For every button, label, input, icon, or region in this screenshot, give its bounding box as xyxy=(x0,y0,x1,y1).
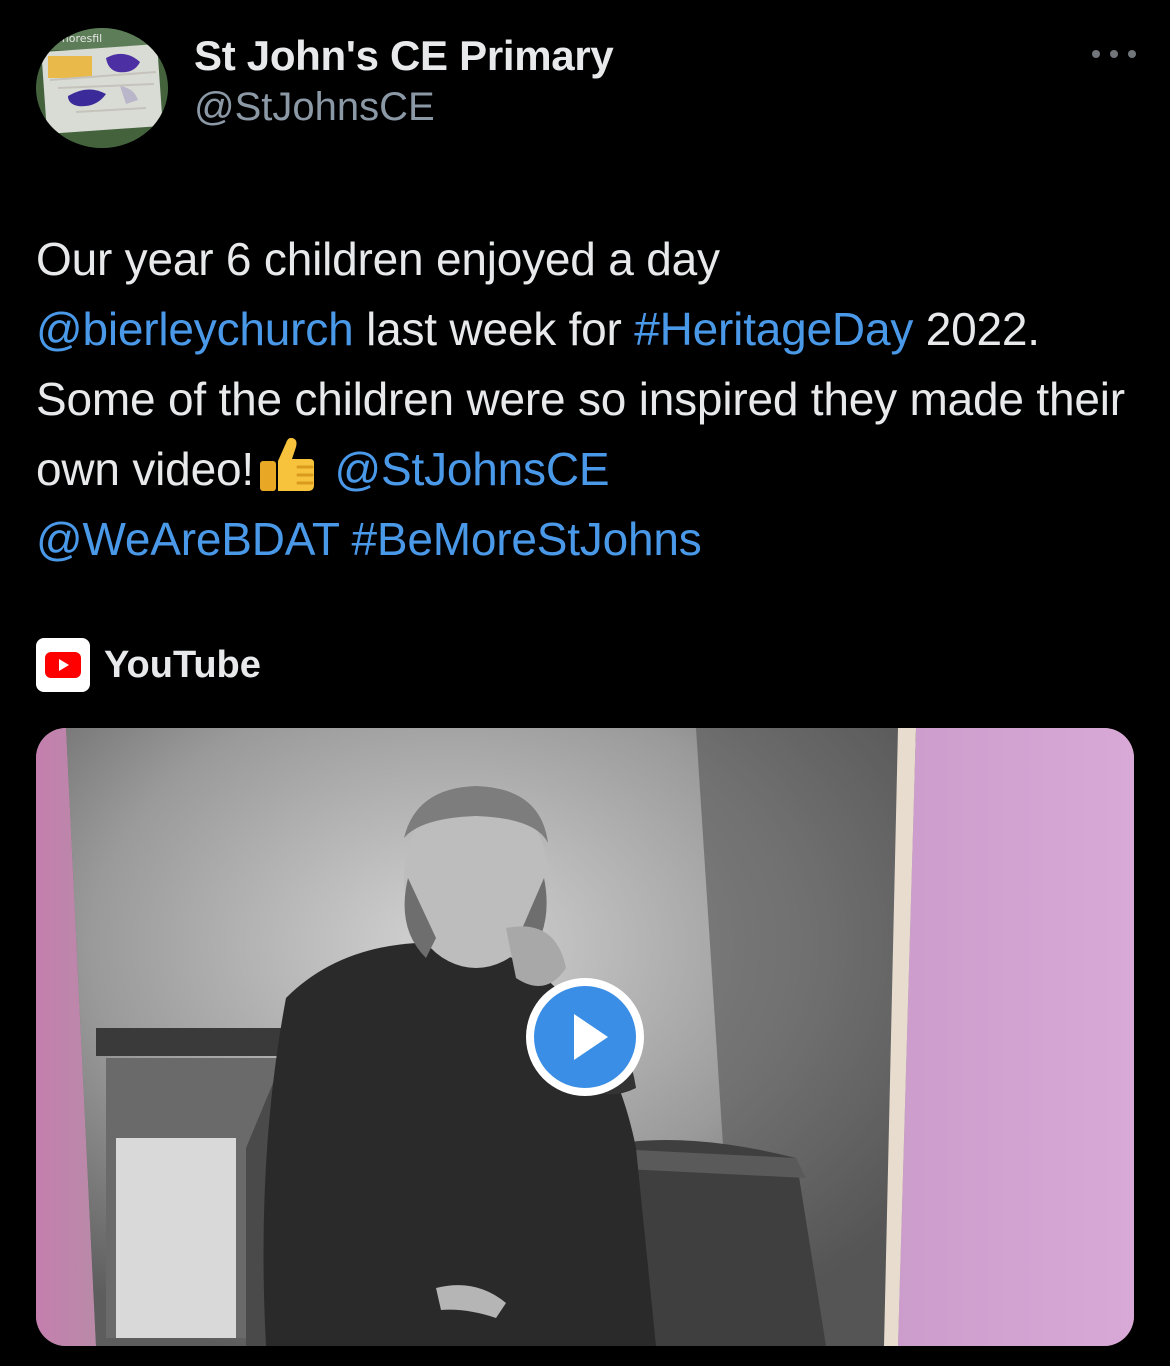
avatar[interactable]: moresfil xyxy=(36,28,168,148)
hashtag-bemorestjohns[interactable]: #BeMoreStJohns xyxy=(351,513,701,565)
tweet-header: moresfil St John's CE Primary @StJohnsCE xyxy=(36,28,1136,150)
hashtag-heritageday[interactable]: #HeritageDay xyxy=(634,303,913,355)
youtube-icon xyxy=(36,638,90,692)
tweet-text-segment: Our year 6 children enjoyed a day xyxy=(36,233,720,285)
tweet-text-segment: last week for xyxy=(353,303,635,355)
avatar-logo-text: moresfil xyxy=(58,32,102,45)
play-button[interactable] xyxy=(526,978,644,1096)
mention-wearebdat[interactable]: @WeAreBDAT xyxy=(36,513,339,565)
mention-bierleychurch[interactable]: @bierleychurch xyxy=(36,303,354,355)
more-dots-icon[interactable] xyxy=(1092,42,1136,62)
display-name[interactable]: St John's CE Primary xyxy=(194,32,614,80)
thumbs-up-icon xyxy=(259,437,314,491)
play-icon xyxy=(574,1014,608,1060)
mention-stjohnsce[interactable]: @StJohnsCE xyxy=(335,443,610,495)
video-thumbnail[interactable] xyxy=(36,728,1134,1346)
source-label: YouTube xyxy=(104,643,261,686)
account-names: St John's CE Primary @StJohnsCE xyxy=(194,32,614,134)
handle[interactable]: @StJohnsCE xyxy=(194,80,613,134)
link-card-source[interactable]: YouTube xyxy=(36,638,261,692)
tweet-text: Our year 6 children enjoyed a day @bierle… xyxy=(36,224,1136,574)
